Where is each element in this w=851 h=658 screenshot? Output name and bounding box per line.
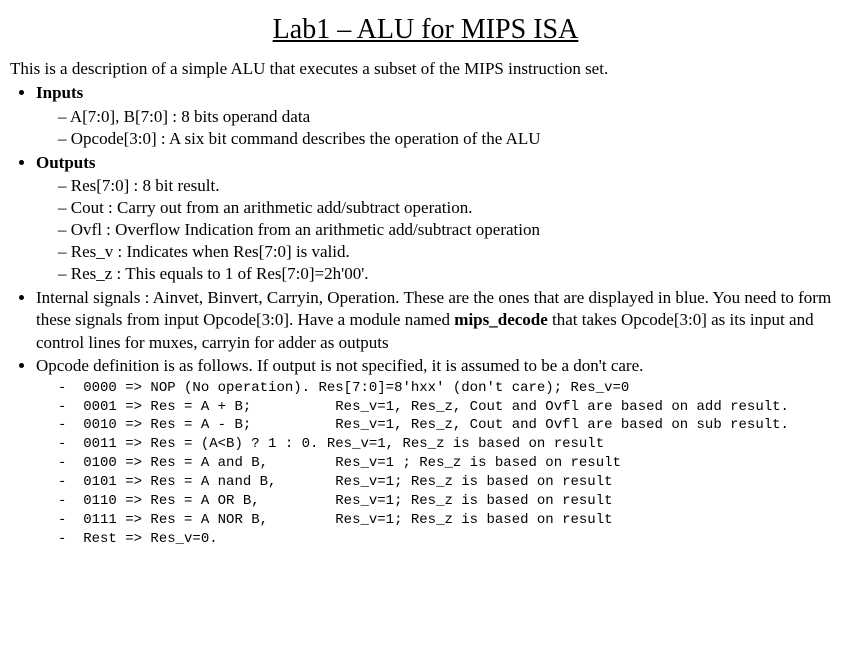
list-item: Res_z : This equals to 1 of Res[7:0]=2h'… [58, 263, 841, 285]
top-list: Inputs A[7:0], B[7:0] : 8 bits operand d… [10, 82, 841, 548]
list-item: Cout : Carry out from an arithmetic add/… [58, 197, 841, 219]
opcode-row: 0000 => NOP (No operation). Res[7:0]=8'h… [58, 379, 841, 398]
opcode-row: 0001 => Res = A + B; Res_v=1, Res_z, Cou… [58, 398, 841, 417]
mips-decode-bold: mips_decode [454, 310, 548, 329]
opcode-def-item: Opcode definition is as follows. If outp… [36, 355, 841, 549]
list-item: Ovfl : Overflow Indication from an arith… [58, 219, 841, 241]
inputs-sublist: A[7:0], B[7:0] : 8 bits operand data Opc… [36, 106, 841, 150]
inputs-item: Inputs A[7:0], B[7:0] : 8 bits operand d… [36, 82, 841, 149]
list-item: A[7:0], B[7:0] : 8 bits operand data [58, 106, 841, 128]
page-title: Lab1 – ALU for MIPS ISA [10, 12, 841, 48]
opcode-sublist: 0000 => NOP (No operation). Res[7:0]=8'h… [36, 379, 841, 549]
opcode-row: Rest => Res_v=0. [58, 530, 841, 549]
outputs-header: Outputs [36, 153, 96, 172]
list-item: Res_v : Indicates when Res[7:0] is valid… [58, 241, 841, 263]
opcode-row: 0110 => Res = A OR B, Res_v=1; Res_z is … [58, 492, 841, 511]
list-item: Opcode[3:0] : A six bit command describe… [58, 128, 841, 150]
opcode-row: 0111 => Res = A NOR B, Res_v=1; Res_z is… [58, 511, 841, 530]
opcode-row: 0010 => Res = A - B; Res_v=1, Res_z, Cou… [58, 416, 841, 435]
outputs-sublist: Res[7:0] : 8 bit result. Cout : Carry ou… [36, 175, 841, 285]
inputs-header: Inputs [36, 83, 83, 102]
opcode-row: 0101 => Res = A nand B, Res_v=1; Res_z i… [58, 473, 841, 492]
outputs-item: Outputs Res[7:0] : 8 bit result. Cout : … [36, 152, 841, 286]
internal-signals-item: Internal signals : Ainvet, Binvert, Carr… [36, 287, 841, 353]
opcode-row: 0011 => Res = (A<B) ? 1 : 0. Res_v=1, Re… [58, 435, 841, 454]
opcode-row: 0100 => Res = A and B, Res_v=1 ; Res_z i… [58, 454, 841, 473]
intro-text: This is a description of a simple ALU th… [10, 58, 841, 80]
opcode-header-text: Opcode definition is as follows. If outp… [36, 356, 643, 375]
list-item: Res[7:0] : 8 bit result. [58, 175, 841, 197]
